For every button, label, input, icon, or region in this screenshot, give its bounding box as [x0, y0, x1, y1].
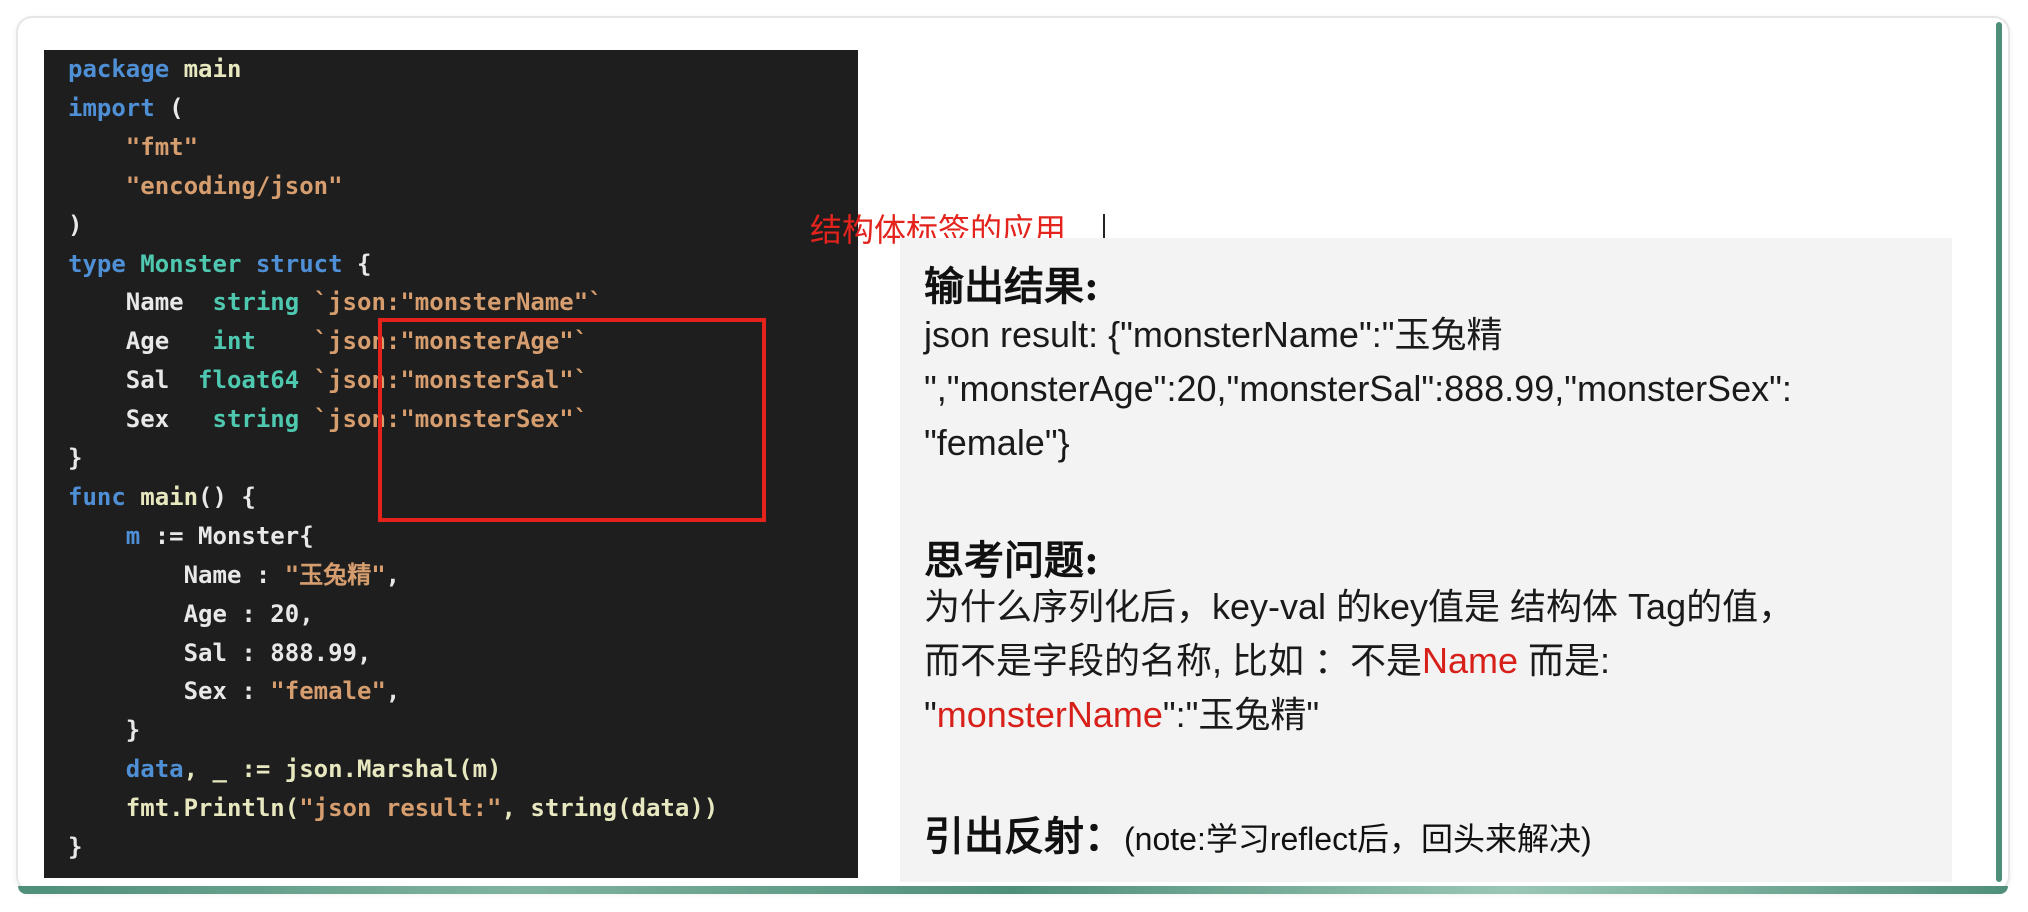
- question-line-3-post: ":"玉兔精": [1162, 694, 1320, 735]
- code-line: type Monster struct {: [68, 245, 371, 283]
- code-token: ,: [385, 677, 401, 706]
- code-token: Monster: [140, 249, 256, 278]
- code-token: := Monster{: [140, 521, 314, 550]
- code-token: Name: [68, 288, 213, 317]
- code-line: Name string `json:"monsterName"`: [68, 283, 603, 321]
- question-line-1: 为什么序列化后，key-val 的key值是 结构体 Tag的值，: [924, 586, 1795, 627]
- code-token: ): [68, 210, 83, 239]
- code-token: , string(data)): [501, 794, 719, 823]
- code-token: package: [68, 55, 184, 83]
- code-token: fmt.Println(: [68, 794, 300, 823]
- output-heading: 输出结果:: [924, 263, 1099, 310]
- code-line: "fmt": [68, 128, 198, 166]
- code-token: }: [68, 716, 141, 745]
- code-token: import: [68, 93, 170, 122]
- code-token: struct: [255, 249, 357, 278]
- code-line: Name : "玉兔精",: [68, 556, 401, 594]
- code-line: Sex : "female",: [68, 672, 401, 710]
- reflect-note: (note:学习reflect后，回头来解决): [1124, 821, 1592, 857]
- question-line-3-open: ": [924, 694, 937, 735]
- code-token: func: [68, 482, 141, 511]
- code-line: Age : 20,: [68, 595, 314, 633]
- code-line: ): [68, 206, 82, 244]
- code-line: m := Monster{: [68, 517, 314, 555]
- struct-tag-highlight-box: [378, 318, 766, 522]
- output-line-1: json result: {"monsterName":"玉兔精: [924, 314, 1503, 355]
- code-token: float64: [198, 366, 314, 395]
- question-line-2-post: 而是:: [1518, 640, 1611, 681]
- code-token: main: [183, 55, 242, 83]
- code-token: "json result:": [299, 794, 502, 823]
- code-token: Age :: [68, 599, 271, 628]
- code-token: int: [212, 327, 314, 356]
- code-token: 888.99: [270, 638, 357, 667]
- code-token: "encoding/json": [125, 171, 343, 200]
- reflect-heading: 引出反射：: [924, 813, 1124, 860]
- question-line-2-pre: 而不是字段的名称, 比如 ：不是: [924, 640, 1423, 681]
- code-token: `json:"monsterName"`: [313, 288, 603, 317]
- reflect-line: 引出反射：(note:学习reflect后，回头来解决): [924, 804, 1592, 862]
- code-token: }: [68, 833, 83, 861]
- question-line-2: 而不是字段的名称, 比如 ：不是Name 而是:: [924, 634, 1610, 688]
- code-token: Sex: [68, 405, 213, 434]
- code-line: }: [68, 711, 140, 749]
- question-line-3: "monsterName":"玉兔精": [924, 688, 1319, 742]
- output-line-3: "female"}: [924, 422, 1070, 463]
- code-line: import (: [68, 89, 184, 127]
- question-heading: 思考问题:: [924, 537, 1099, 584]
- code-token: type: [68, 249, 141, 278]
- code-line: Sal : 888.99,: [68, 634, 372, 672]
- code-line: func main() {: [68, 478, 256, 516]
- code-token: m: [125, 521, 141, 550]
- code-token: ,: [385, 560, 401, 589]
- code-token: (: [169, 93, 184, 122]
- code-token: Sal :: [68, 638, 271, 667]
- frame-right-edge: [1996, 22, 2002, 882]
- code-token: {: [357, 249, 372, 278]
- code-token: ,: [357, 638, 372, 667]
- code-token: 20: [270, 599, 300, 628]
- code-line: "encoding/json": [68, 167, 343, 205]
- code-token: data: [125, 755, 184, 784]
- code-token: string: [212, 288, 314, 317]
- code-token: Sex :: [68, 677, 271, 706]
- tag-name-highlight: monsterName: [936, 694, 1163, 735]
- code-token: ,: [299, 599, 314, 628]
- code-line: }: [68, 439, 82, 477]
- code-token: "fmt": [125, 132, 199, 161]
- code-line: }: [68, 828, 82, 866]
- output-line-2: ","monsterAge":20,"monsterSal":888.99,"m…: [924, 368, 1792, 409]
- frame-bottom-border: [18, 886, 2008, 894]
- code-line: fmt.Println("json result:", string(data)…: [68, 789, 718, 827]
- code-token: Sal: [68, 366, 199, 395]
- code-token: string: [212, 405, 314, 434]
- field-name-highlight: Name: [1422, 640, 1519, 681]
- code-token: () {: [198, 482, 256, 511]
- code-token: "female": [270, 677, 386, 706]
- code-token: , _ := json.Marshal(m): [183, 755, 502, 784]
- code-token: main: [140, 482, 199, 511]
- code-panel: package main import ( "fmt" "encoding/jso…: [44, 50, 858, 878]
- code-line: package main: [68, 50, 241, 88]
- code-token: Age: [68, 327, 213, 356]
- code-line: data, _ := json.Marshal(m): [68, 750, 502, 788]
- notes-panel: 输出结果: json result: {"monsterName":"玉兔精 "…: [900, 238, 1952, 882]
- code-token: }: [68, 444, 83, 472]
- code-token: "玉兔精": [284, 560, 386, 589]
- code-token: Name :: [68, 560, 285, 589]
